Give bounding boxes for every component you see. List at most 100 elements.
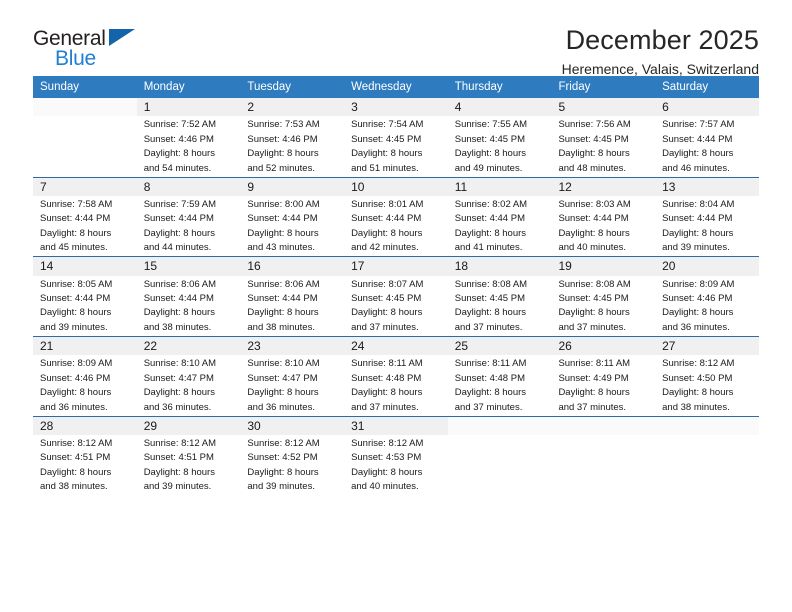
page-header: General Blue December 2025 Heremence, Va… <box>33 0 759 78</box>
sunrise-text: Sunrise: 8:00 AM <box>247 198 320 210</box>
sunrise-text: Sunrise: 8:02 AM <box>454 198 528 210</box>
daylight-text-line1: Daylight: 8 hours <box>662 227 734 239</box>
daylight-text-line1: Daylight: 8 hours <box>247 387 319 399</box>
day-cell: Sunrise: 7:57 AM Sunset: 4:44 PM Dayligh… <box>655 116 759 178</box>
daylight-text-line2: and 40 minutes. <box>558 242 627 254</box>
daylight-text-line2: and 38 minutes. <box>247 321 315 333</box>
sunrise-text: Sunrise: 8:08 AM <box>558 278 631 290</box>
daylight-text-line2: and 48 minutes. <box>558 162 627 174</box>
sunrise-text: Sunrise: 7:58 AM <box>40 198 113 210</box>
sunset-text: Sunset: 4:50 PM <box>662 372 733 384</box>
daylight-text-line2: and 43 minutes. <box>247 242 315 254</box>
weekday-header-row: Sunday Monday Tuesday Wednesday Thursday… <box>33 76 759 98</box>
weekday-header-tuesday: Tuesday <box>240 76 345 98</box>
sunrise-text: Sunrise: 8:05 AM <box>40 278 113 290</box>
week-3-daynumbers: 14 15 16 17 18 19 20 <box>33 256 759 276</box>
sunrise-text: Sunrise: 8:06 AM <box>143 278 217 290</box>
sunset-text: Sunset: 4:48 PM <box>351 372 422 384</box>
sunrise-text: Sunrise: 7:53 AM <box>247 119 320 131</box>
day-number: 24 <box>344 336 448 356</box>
day-cell: Sunrise: 7:56 AM Sunset: 4:45 PM Dayligh… <box>551 116 656 178</box>
sunrise-text: Sunrise: 7:56 AM <box>558 119 631 131</box>
sunset-text: Sunset: 4:46 PM <box>662 293 733 304</box>
daylight-text-line1: Daylight: 8 hours <box>351 148 423 160</box>
daylight-text-line2: and 51 minutes. <box>351 162 419 174</box>
day-cell: Sunrise: 7:59 AM Sunset: 4:44 PM Dayligh… <box>136 195 241 258</box>
daylight-text-line1: Daylight: 8 hours <box>143 307 215 319</box>
day-number: 26 <box>551 336 656 356</box>
week-5-details: Sunrise: 8:12 AM Sunset: 4:51 PM Dayligh… <box>33 434 759 496</box>
daylight-text-line2: and 38 minutes. <box>40 481 108 493</box>
day-cell: Sunrise: 8:01 AM Sunset: 4:44 PM Dayligh… <box>344 195 448 258</box>
daylight-text-line2: and 54 minutes. <box>143 162 212 174</box>
day-number: 18 <box>447 256 552 276</box>
sunrise-text: Sunrise: 8:12 AM <box>662 358 735 370</box>
daylight-text-line2: and 36 minutes. <box>143 401 212 413</box>
sunrise-text: Sunrise: 8:12 AM <box>247 437 320 449</box>
day-number: 11 <box>447 177 552 196</box>
day-cell: Sunrise: 7:54 AM Sunset: 4:45 PM Dayligh… <box>344 116 448 178</box>
day-cell: Sunrise: 7:58 AM Sunset: 4:44 PM Dayligh… <box>33 195 137 258</box>
day-cell: Sunrise: 8:11 AM Sunset: 4:49 PM Dayligh… <box>551 355 656 417</box>
sunset-text: Sunset: 4:45 PM <box>454 133 525 145</box>
sunset-text: Sunset: 4:44 PM <box>454 213 525 225</box>
week-3-details: Sunrise: 8:05 AM Sunset: 4:44 PM Dayligh… <box>33 275 759 338</box>
day-cell <box>655 434 759 496</box>
daylight-text-line1: Daylight: 8 hours <box>247 466 319 478</box>
day-cell: Sunrise: 8:12 AM Sunset: 4:53 PM Dayligh… <box>344 434 448 496</box>
day-number: 15 <box>136 256 241 276</box>
sunset-text: Sunset: 4:51 PM <box>143 452 214 464</box>
daylight-text-line1: Daylight: 8 hours <box>143 466 215 478</box>
sunset-text: Sunset: 4:52 PM <box>247 452 318 464</box>
day-number: 5 <box>551 98 656 117</box>
day-number: 19 <box>551 256 656 276</box>
daylight-text-line1: Daylight: 8 hours <box>351 466 423 478</box>
sunset-text: Sunset: 4:46 PM <box>247 133 318 145</box>
day-cell: Sunrise: 8:02 AM Sunset: 4:44 PM Dayligh… <box>447 195 552 258</box>
daylight-text-line1: Daylight: 8 hours <box>40 227 112 239</box>
daylight-text-line2: and 36 minutes. <box>662 321 730 333</box>
day-cell: Sunrise: 8:04 AM Sunset: 4:44 PM Dayligh… <box>655 195 759 258</box>
sunrise-text: Sunrise: 8:11 AM <box>558 358 631 370</box>
day-number: 31 <box>344 416 448 435</box>
sunset-text: Sunset: 4:44 PM <box>662 213 733 225</box>
day-cell: Sunrise: 8:11 AM Sunset: 4:48 PM Dayligh… <box>344 355 448 417</box>
day-number: 13 <box>655 177 759 196</box>
daylight-text-line2: and 40 minutes. <box>351 481 419 493</box>
sunset-text: Sunset: 4:46 PM <box>40 372 111 384</box>
weekday-header-wednesday: Wednesday <box>344 76 448 98</box>
sunrise-text: Sunrise: 8:09 AM <box>662 278 735 290</box>
sunrise-text: Sunrise: 8:07 AM <box>351 278 424 290</box>
daylight-text-line1: Daylight: 8 hours <box>558 387 630 399</box>
sunset-text: Sunset: 4:44 PM <box>40 293 111 304</box>
sunrise-text: Sunrise: 8:04 AM <box>662 198 735 210</box>
day-cell: Sunrise: 8:10 AM Sunset: 4:47 PM Dayligh… <box>240 355 345 417</box>
sunrise-text: Sunrise: 8:10 AM <box>247 358 320 370</box>
daylight-text-line2: and 37 minutes. <box>558 321 627 333</box>
day-number: 14 <box>33 256 137 276</box>
daylight-text-line2: and 37 minutes. <box>454 321 523 333</box>
weekday-header-sunday: Sunday <box>33 76 137 98</box>
sunset-text: Sunset: 4:45 PM <box>454 293 525 304</box>
title-block: December 2025 Heremence, Valais, Switzer… <box>562 26 759 78</box>
calendar-page: General Blue December 2025 Heremence, Va… <box>0 0 792 612</box>
daylight-text-line2: and 37 minutes. <box>351 401 419 413</box>
calendar-table: Sunday Monday Tuesday Wednesday Thursday… <box>33 76 759 496</box>
day-cell: Sunrise: 7:55 AM Sunset: 4:45 PM Dayligh… <box>447 116 552 178</box>
week-5-daynumbers: 28 29 30 31 <box>33 416 759 435</box>
sunrise-text: Sunrise: 8:08 AM <box>454 278 528 290</box>
sunset-text: Sunset: 4:46 PM <box>143 133 214 145</box>
sunset-text: Sunset: 4:47 PM <box>143 372 214 384</box>
sunset-text: Sunset: 4:44 PM <box>662 133 733 145</box>
daylight-text-line2: and 38 minutes. <box>662 401 730 413</box>
day-cell <box>447 434 552 496</box>
day-number: 29 <box>136 416 241 435</box>
daylight-text-line2: and 49 minutes. <box>454 162 523 174</box>
sunset-text: Sunset: 4:44 PM <box>40 213 111 225</box>
day-cell: Sunrise: 8:12 AM Sunset: 4:52 PM Dayligh… <box>240 434 345 496</box>
sunset-text: Sunset: 4:44 PM <box>247 293 318 304</box>
daylight-text-line2: and 44 minutes. <box>143 242 212 254</box>
daylight-text-line1: Daylight: 8 hours <box>454 148 527 160</box>
day-number: 17 <box>344 256 448 276</box>
day-cell: Sunrise: 8:06 AM Sunset: 4:44 PM Dayligh… <box>240 275 345 338</box>
